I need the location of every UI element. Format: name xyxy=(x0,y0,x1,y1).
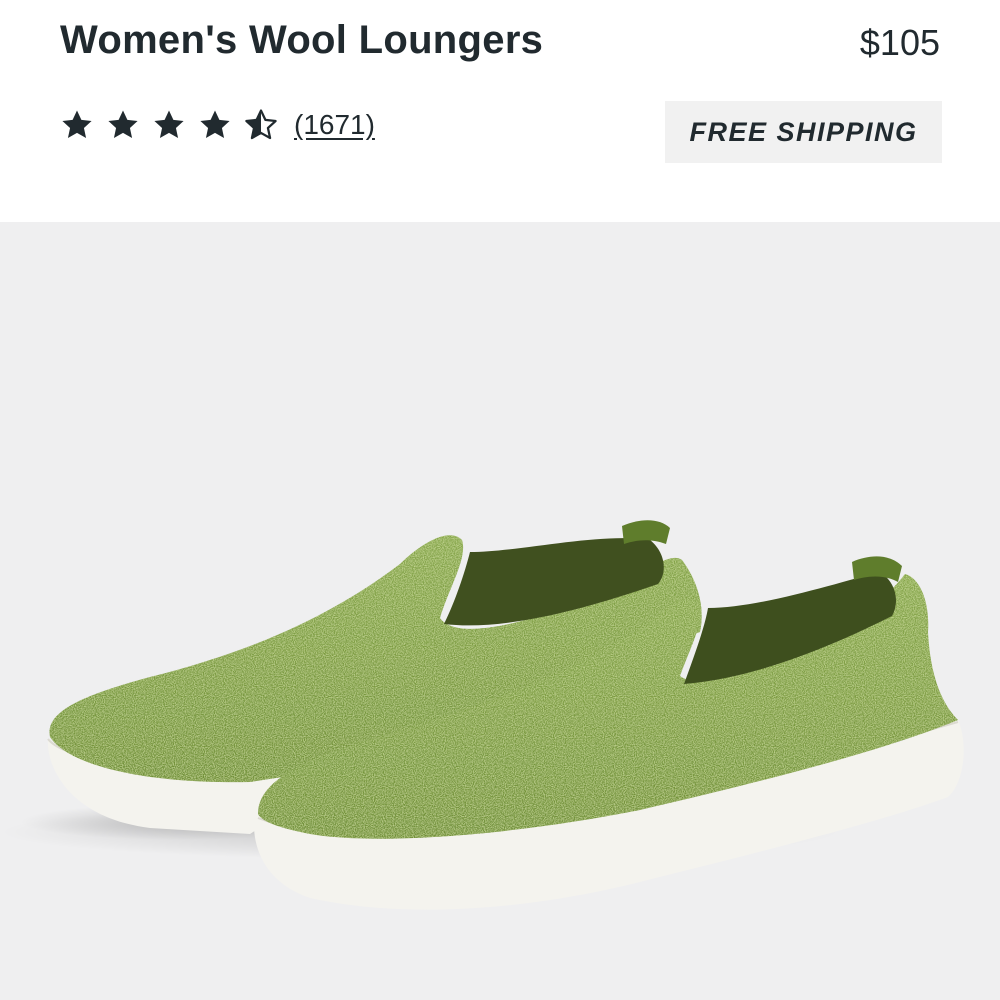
star-full-icon xyxy=(200,110,230,139)
product-image-container[interactable] xyxy=(0,222,1000,1000)
free-shipping-badge: FREE SHIPPING xyxy=(665,101,942,163)
rating-row: (1671) xyxy=(60,103,375,147)
star-full-icon xyxy=(108,110,138,139)
product-header: Women's Wool Loungers $105 (1671) FREE S… xyxy=(0,0,1000,222)
product-price: $105 xyxy=(859,22,940,63)
star-half-icon xyxy=(245,109,277,140)
star-full-icon xyxy=(154,110,184,139)
product-image xyxy=(0,520,964,910)
star-rating xyxy=(60,108,290,142)
star-full-icon xyxy=(62,110,92,139)
product-title: Women's Wool Loungers xyxy=(60,18,544,62)
review-count-link[interactable]: (1671) xyxy=(294,109,375,141)
